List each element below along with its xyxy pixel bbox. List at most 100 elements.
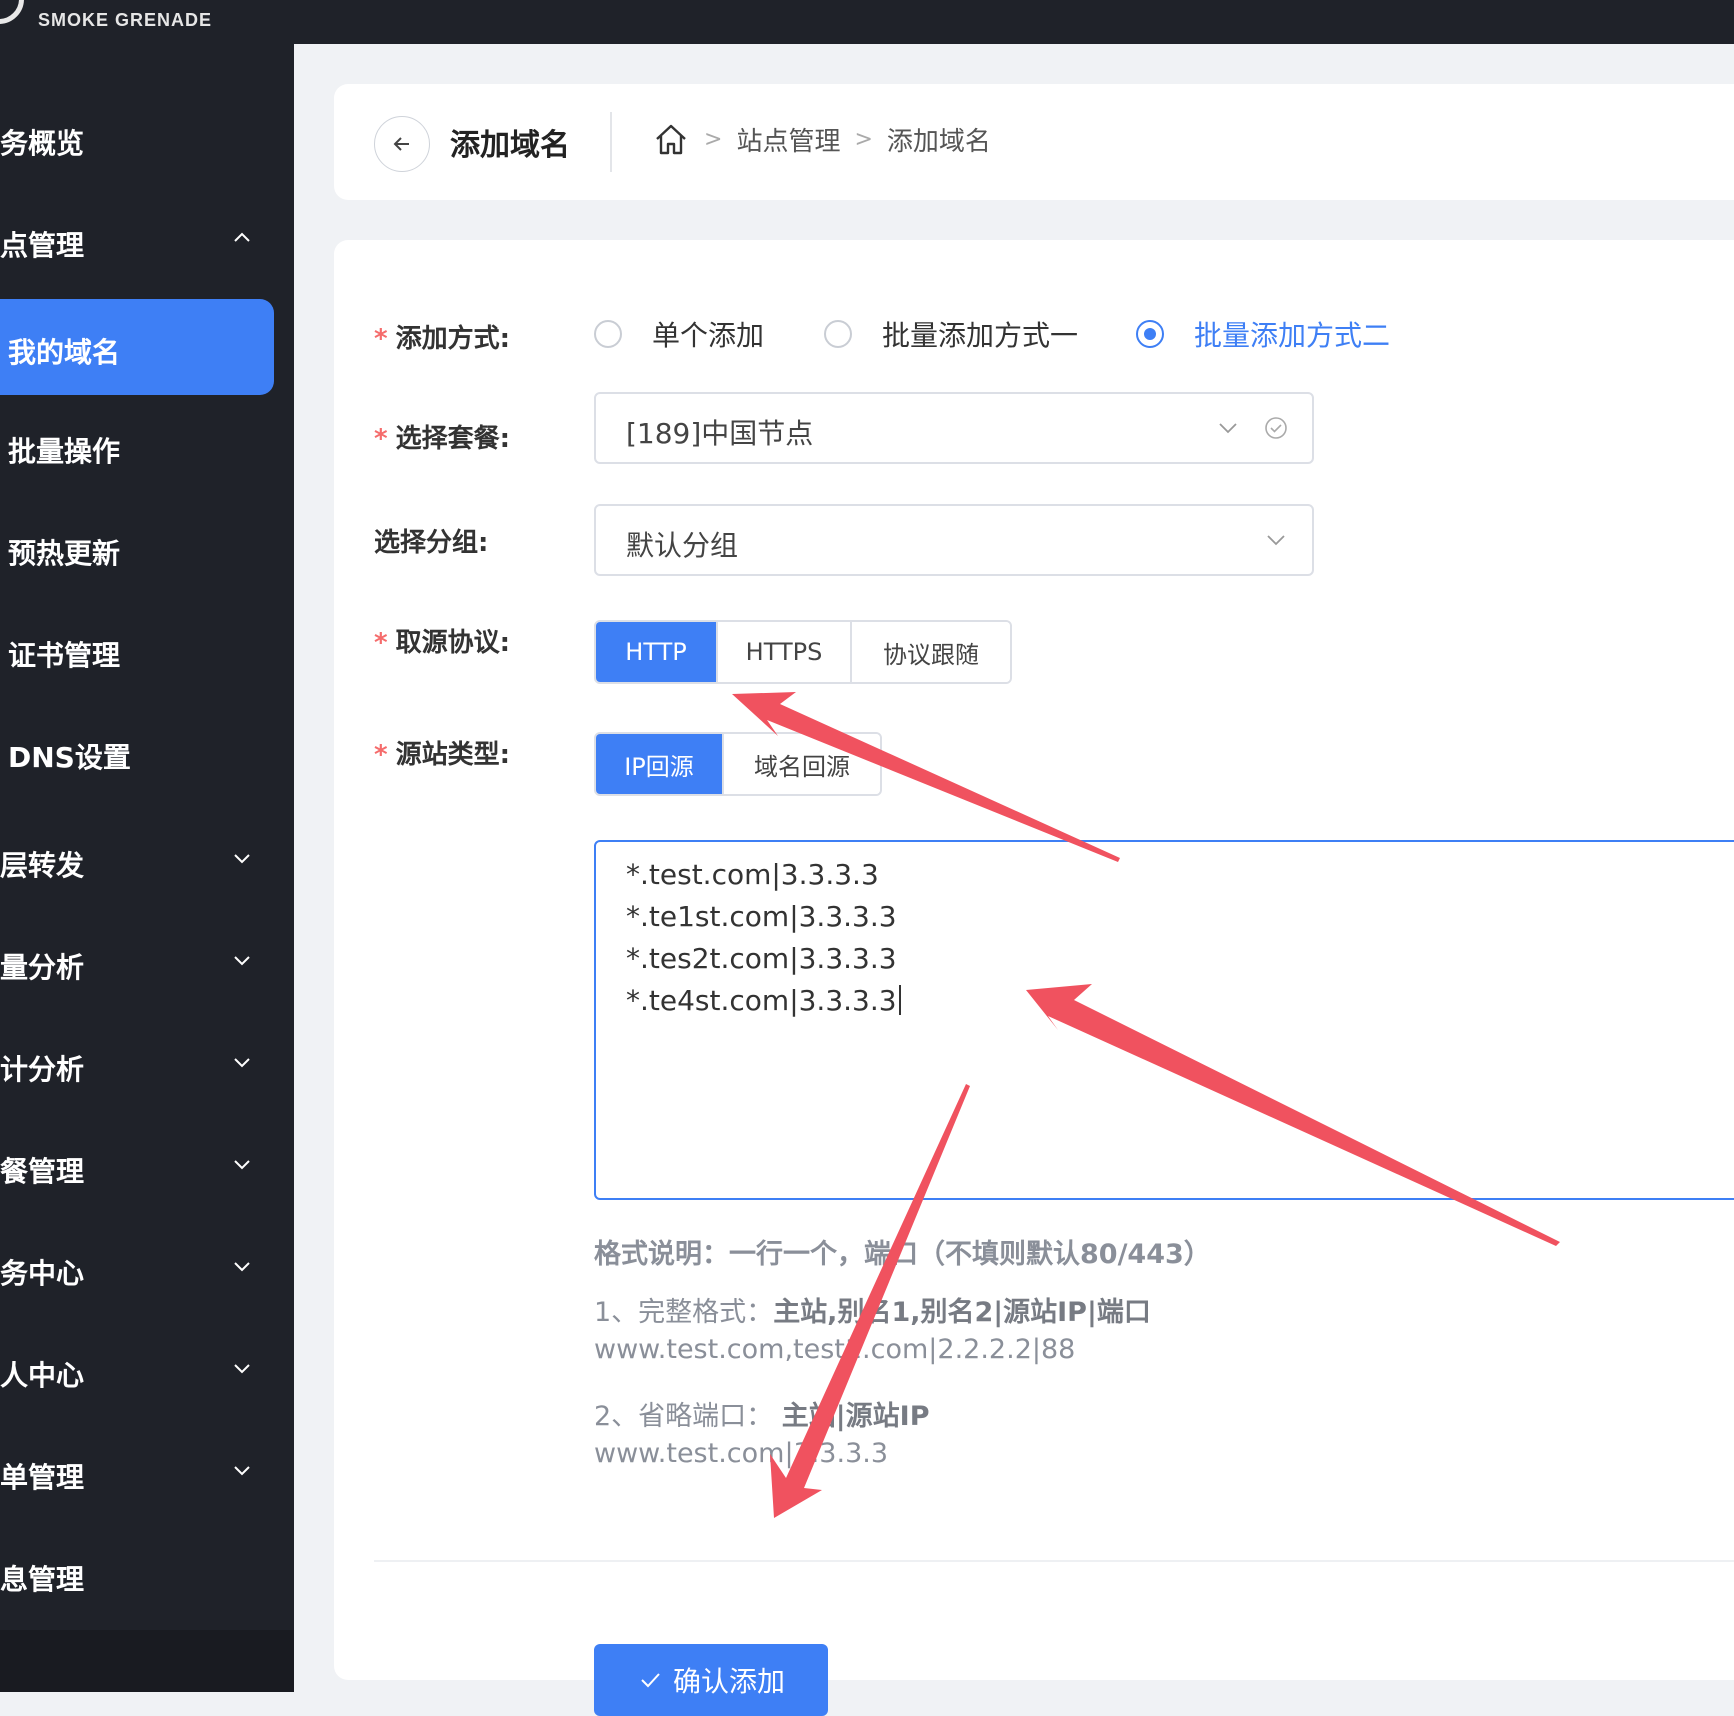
top-bar: SMOKE GRENADE bbox=[0, 0, 1734, 44]
sidebar-item-prefetch-refresh[interactable]: 预热更新 bbox=[0, 502, 294, 598]
sidebar-item-traffic-analysis[interactable]: 量分析 bbox=[0, 916, 294, 1012]
chevron-down-icon bbox=[234, 956, 250, 966]
check-circle-icon bbox=[1265, 417, 1287, 439]
package-select[interactable]: [189]中国节点 bbox=[594, 392, 1314, 464]
protocol-segmented: HTTP HTTPS 协议跟随 bbox=[594, 620, 1012, 684]
radio-batch-add-1[interactable]: 批量添加方式一 bbox=[824, 314, 1078, 354]
sidebar-item-label: 预热更新 bbox=[8, 537, 121, 570]
form-divider bbox=[374, 1560, 1734, 1562]
sidebar-item-personal-center[interactable]: 人中心 bbox=[0, 1324, 294, 1420]
breadcrumb-add-domain: 添加域名 bbox=[886, 126, 991, 157]
sidebar-item-label: 计分析 bbox=[0, 1053, 85, 1086]
chevron-down-icon bbox=[234, 1262, 250, 1272]
sidebar-item-order-management[interactable]: 单管理 bbox=[0, 1426, 294, 1522]
format-help-rule2: 2、省略端口： 主站|源站IP bbox=[594, 1401, 930, 1432]
group-select-value: 默认分组 bbox=[626, 529, 739, 562]
format-help-example1: www.test.com,test1.com|2.2.2.2|88 bbox=[594, 1334, 1076, 1365]
required-mark: * bbox=[374, 324, 388, 354]
protocol-https[interactable]: HTTPS bbox=[718, 622, 852, 682]
sidebar-item-my-domains[interactable]: 我的域名 bbox=[0, 299, 294, 395]
group-select[interactable]: 默认分组 bbox=[594, 504, 1314, 576]
radio-single-add[interactable]: 单个添加 bbox=[594, 314, 764, 354]
brand-name: SMOKE GRENADE bbox=[38, 10, 213, 30]
radio-label: 单个添加 bbox=[652, 319, 765, 352]
chevron-right-icon: > bbox=[704, 126, 723, 152]
sidebar-item-site-management[interactable]: 点管理 bbox=[0, 194, 294, 290]
home-icon[interactable] bbox=[652, 120, 690, 158]
check-icon bbox=[641, 1673, 660, 1688]
sidebar-item-label: 务概览 bbox=[0, 127, 85, 160]
protocol-label: * 取源协议: bbox=[374, 628, 511, 658]
sidebar-item-label: DNS设置 bbox=[8, 741, 131, 774]
arrow-left-icon bbox=[393, 137, 409, 151]
domains-textarea[interactable]: *.test.com|3.3.3.3 *.te1st.com|3.3.3.3 *… bbox=[594, 840, 1734, 1200]
textarea-line-last: *.te4st.com|3.3.3.3 bbox=[626, 980, 1734, 1022]
radio-circle-checked bbox=[1136, 320, 1164, 348]
protocol-follow[interactable]: 协议跟随 bbox=[852, 622, 1010, 682]
origin-type-ip[interactable]: IP回源 bbox=[596, 734, 724, 794]
required-mark: * bbox=[374, 740, 388, 770]
origin-type-label: * 源站类型: bbox=[374, 740, 511, 770]
breadcrumb-site-management[interactable]: 站点管理 bbox=[736, 121, 840, 158]
sidebar-item-label: 息管理 bbox=[0, 1563, 85, 1596]
radio-circle bbox=[594, 320, 622, 348]
sidebar-item-forwarding[interactable]: 层转发 bbox=[0, 814, 294, 910]
chevron-up-icon bbox=[234, 232, 250, 242]
confirm-add-button[interactable]: 确认添加 bbox=[594, 1644, 828, 1716]
sidebar-item-message-management[interactable]: 息管理 bbox=[0, 1528, 294, 1624]
format-help-title: 格式说明：一行一个，端口（不填则默认80/443） bbox=[594, 1239, 1211, 1270]
text-caret bbox=[898, 985, 901, 1015]
sidebar: 务概览 点管理 我的域名 批量操作 预热更新 证书管理 DNS设置 层转发 量分… bbox=[0, 44, 294, 1692]
protocol-http[interactable]: HTTP bbox=[596, 622, 718, 682]
chevron-right-icon: > bbox=[854, 126, 873, 152]
radio-label: 批量添加方式二 bbox=[1194, 319, 1391, 352]
sidebar-item-batch-operations[interactable]: 批量操作 bbox=[0, 400, 294, 496]
sidebar-item-label: 层转发 bbox=[0, 849, 85, 882]
package-select-value: [189]中国节点 bbox=[626, 417, 814, 450]
format-help-rule1: 1、完整格式：主站,别名1,别名2|源站IP|端口 bbox=[594, 1297, 1151, 1328]
required-mark: * bbox=[374, 628, 388, 658]
page-title: 添加域名 bbox=[450, 128, 570, 163]
back-button[interactable] bbox=[374, 116, 430, 172]
sidebar-item-label: 单管理 bbox=[0, 1461, 85, 1494]
sidebar-footer bbox=[0, 1630, 294, 1692]
required-mark: * bbox=[374, 424, 388, 454]
sidebar-item-label: 证书管理 bbox=[8, 639, 121, 672]
sidebar-item-stats-analysis[interactable]: 计分析 bbox=[0, 1018, 294, 1114]
sidebar-item-label: 批量操作 bbox=[8, 435, 121, 468]
chevron-down-icon bbox=[1219, 423, 1237, 434]
add-domain-form: * 添加方式: 单个添加 批量添加方式一 批量添加方式二 * 选择套餐: [189]… bbox=[334, 240, 1734, 1716]
package-label: * 选择套餐: bbox=[374, 424, 511, 454]
confirm-add-label: 确认添加 bbox=[672, 1665, 785, 1698]
textarea-line: *.test.com|3.3.3.3 bbox=[626, 858, 879, 891]
sidebar-item-label: 点管理 bbox=[0, 229, 85, 262]
sidebar-item-package-management[interactable]: 餐管理 bbox=[0, 1120, 294, 1216]
sidebar-item-label: 我的域名 bbox=[8, 336, 121, 369]
chevron-down-icon bbox=[234, 1466, 250, 1476]
page-header: 添加域名 > 站点管理 > 添加域名 bbox=[334, 84, 1734, 200]
chevron-down-icon bbox=[234, 1160, 250, 1170]
sidebar-item-label: 务中心 bbox=[0, 1257, 85, 1290]
title-divider bbox=[610, 112, 612, 172]
chevron-down-icon bbox=[1267, 535, 1285, 546]
format-help-example2: www.test.com|3.3.3.3 bbox=[594, 1438, 889, 1469]
sidebar-item-service-center[interactable]: 务中心 bbox=[0, 1222, 294, 1318]
chevron-down-icon bbox=[234, 854, 250, 864]
breadcrumb: > 站点管理 > 添加域名 bbox=[652, 120, 991, 158]
sidebar-item-dns-settings[interactable]: DNS设置 bbox=[0, 706, 294, 802]
radio-circle bbox=[824, 320, 852, 348]
textarea-line: *.te1st.com|3.3.3.3 bbox=[626, 900, 897, 933]
main-content: 添加域名 > 站点管理 > 添加域名 * 添加方式: 单个添加 批量添加方式一 批… bbox=[294, 44, 1734, 1716]
group-label: 选择分组: bbox=[374, 528, 489, 558]
sidebar-item-label: 人中心 bbox=[0, 1359, 85, 1392]
sidebar-item-label: 量分析 bbox=[0, 951, 85, 984]
sidebar-item-certificates[interactable]: 证书管理 bbox=[0, 604, 294, 700]
radio-batch-add-2[interactable]: 批量添加方式二 bbox=[1136, 314, 1390, 354]
sidebar-item-overview[interactable]: 务概览 bbox=[0, 92, 294, 188]
sidebar-item-label: 餐管理 bbox=[0, 1155, 85, 1188]
logo-mark bbox=[0, 0, 24, 24]
origin-type-segmented: IP回源 域名回源 bbox=[594, 732, 882, 796]
origin-type-domain[interactable]: 域名回源 bbox=[724, 734, 880, 794]
radio-label: 批量添加方式一 bbox=[882, 319, 1079, 352]
textarea-line: *.tes2t.com|3.3.3.3 bbox=[626, 942, 897, 975]
